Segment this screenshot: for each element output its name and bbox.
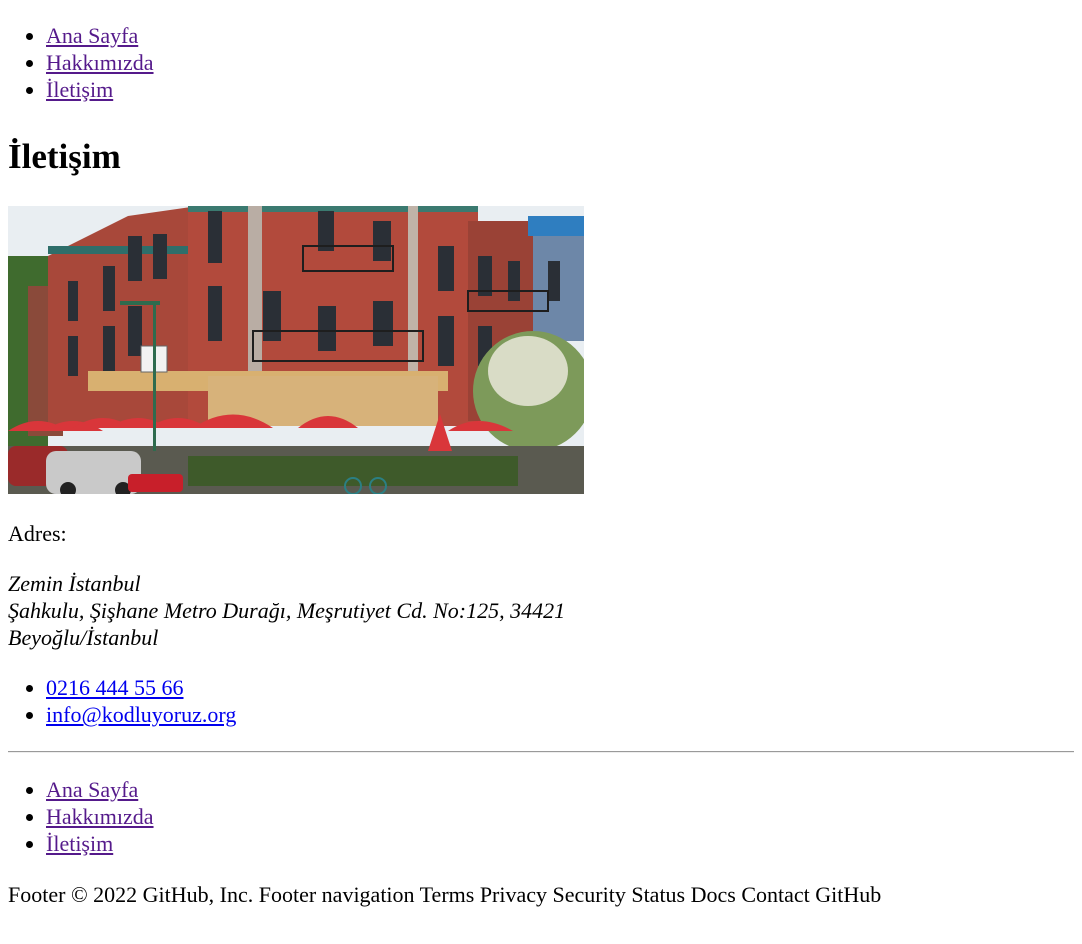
footer-nav-link-contact[interactable]: İletişim: [46, 831, 113, 856]
address-line-2: Şahkulu, Şişhane Metro Durağı, Meşrutiye…: [8, 598, 566, 623]
address-block: Zemin İstanbul Şahkulu, Şişhane Metro Du…: [8, 570, 1074, 651]
top-nav-item-contact: İletişim: [46, 76, 1074, 103]
contact-item-phone: 0216 444 55 66: [46, 674, 1074, 701]
address-line-3: Beyoğlu/İstanbul: [8, 625, 159, 650]
footer-nav-item-contact: İletişim: [46, 830, 1074, 857]
footer-divider: [8, 751, 1074, 753]
page-title: İletişim: [8, 137, 121, 176]
top-nav-item-about: Hakkımızda: [46, 49, 1074, 76]
contact-list: 0216 444 55 66 info@kodluyoruz.org: [8, 674, 1074, 728]
footer-nav-item-home: Ana Sayfa: [46, 776, 1074, 803]
top-nav-item-home: Ana Sayfa: [46, 22, 1074, 49]
footer-nav-item-about: Hakkımızda: [46, 803, 1074, 830]
phone-link[interactable]: 0216 444 55 66: [46, 675, 184, 700]
footer-nav-link-home[interactable]: Ana Sayfa: [46, 777, 138, 802]
top-nav-link-home[interactable]: Ana Sayfa: [46, 23, 138, 48]
footer-text: Footer © 2022 GitHub, Inc. Footer naviga…: [8, 882, 882, 907]
footer-nav-link-about[interactable]: Hakkımızda: [46, 804, 154, 829]
address-label: Adres:: [8, 521, 67, 546]
email-link[interactable]: info@kodluyoruz.org: [46, 702, 236, 727]
page: Ana Sayfa Hakkımızda İletişim İletişim: [0, 22, 1082, 908]
building-photo: [8, 206, 584, 494]
contact-item-email: info@kodluyoruz.org: [46, 701, 1074, 728]
top-nav: Ana Sayfa Hakkımızda İletişim: [8, 22, 1074, 103]
address-line-1: Zemin İstanbul: [8, 571, 141, 596]
top-nav-link-contact[interactable]: İletişim: [46, 77, 113, 102]
top-nav-link-about[interactable]: Hakkımızda: [46, 50, 154, 75]
footer-nav: Ana Sayfa Hakkımızda İletişim: [8, 776, 1074, 857]
